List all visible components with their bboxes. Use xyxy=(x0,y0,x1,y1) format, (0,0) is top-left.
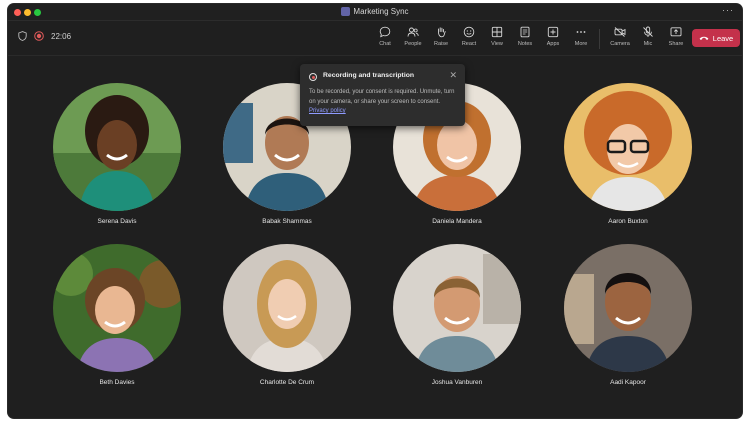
participant-photo xyxy=(53,83,181,211)
raise-label: Raise xyxy=(433,41,449,47)
notes-icon xyxy=(520,26,530,38)
recording-indicator-icon xyxy=(34,31,44,41)
notes-button[interactable]: Notes xyxy=(511,26,539,47)
participant-photo xyxy=(564,83,692,211)
react-label: React xyxy=(461,41,477,47)
people-label: People xyxy=(404,41,422,47)
leave-label: Leave xyxy=(712,33,734,43)
raise-hand-button[interactable]: Raise xyxy=(427,26,455,47)
shield-icon xyxy=(18,31,27,41)
participant-name: Daniela Mandera xyxy=(432,218,482,225)
participant-video xyxy=(564,244,692,372)
leave-button[interactable]: Leave xyxy=(692,29,740,47)
share-screen-icon xyxy=(670,27,682,37)
mic-label: Mic xyxy=(643,41,653,47)
share-button[interactable]: Share xyxy=(662,26,690,47)
participant-name: Joshua Vanburen xyxy=(431,379,483,386)
window-title: Marketing Sync xyxy=(8,7,742,16)
people-icon xyxy=(407,27,419,37)
call-timer: 22:06 xyxy=(51,31,72,41)
participant-photo xyxy=(223,244,351,372)
react-button[interactable]: React xyxy=(455,26,483,47)
mic-button[interactable]: Mic xyxy=(634,26,662,47)
participant-tile[interactable]: Serena Davis xyxy=(52,83,182,225)
participant-tile[interactable]: Charlotte De Crum xyxy=(222,244,352,386)
participant-name: Babak Shammas xyxy=(262,218,312,225)
participant-photo xyxy=(564,244,692,372)
participant-video xyxy=(53,244,181,372)
participant-video xyxy=(564,83,692,211)
meeting-toolbar: 22:06 Chat People Raise React View Notes… xyxy=(8,21,742,56)
share-label: Share xyxy=(668,41,684,47)
camera-button[interactable]: Camera xyxy=(606,26,634,47)
recording-consent-banner: Recording and transcription ✕ To be reco… xyxy=(300,64,465,126)
view-button[interactable]: View xyxy=(483,26,511,47)
participant-name: Charlotte De Crum xyxy=(259,379,315,386)
add-app-icon xyxy=(547,26,559,38)
banner-body: To be recorded, your consent is required… xyxy=(309,89,455,105)
participant-video xyxy=(53,83,181,211)
emoji-icon xyxy=(463,26,475,38)
mic-off-icon xyxy=(643,26,653,37)
participant-name: Aaron Buxton xyxy=(608,218,648,225)
more-label: More xyxy=(574,41,588,47)
hang-up-icon xyxy=(699,36,709,40)
meeting-window: Marketing Sync ··· 22:06 Chat People Rai… xyxy=(8,4,742,418)
participant-tile[interactable]: Aaron Buxton xyxy=(563,83,693,225)
title-bar: Marketing Sync ··· xyxy=(8,4,742,21)
participant-tile[interactable]: Joshua Vanburen xyxy=(392,244,522,386)
window-title-text: Marketing Sync xyxy=(353,7,409,16)
participant-video xyxy=(223,244,351,372)
participant-video xyxy=(393,244,521,372)
camera-off-icon xyxy=(614,27,626,37)
chat-icon xyxy=(379,26,391,38)
apps-label: Apps xyxy=(546,41,560,47)
participant-photo xyxy=(53,244,181,372)
hand-icon xyxy=(438,27,446,38)
close-icon[interactable]: ✕ xyxy=(449,70,457,81)
view-label: View xyxy=(491,41,503,47)
participant-tile[interactable]: Beth Davies xyxy=(52,244,182,386)
participant-tile[interactable]: Aadi Kapoor xyxy=(563,244,693,386)
more-icon xyxy=(576,31,586,33)
notes-label: Notes xyxy=(517,41,533,47)
recording-icon xyxy=(309,73,317,81)
participant-name: Aadi Kapoor xyxy=(610,379,646,386)
grid-view-icon xyxy=(491,26,503,38)
camera-label: Camera xyxy=(610,41,630,47)
banner-title: Recording and transcription xyxy=(323,72,415,79)
privacy-policy-link[interactable]: Privacy policy xyxy=(309,108,346,114)
teams-app-icon xyxy=(341,7,351,16)
toolbar-divider xyxy=(599,29,600,49)
participant-name: Serena Davis xyxy=(97,218,137,225)
banner-message: To be recorded, your consent is required… xyxy=(309,88,459,117)
people-button[interactable]: People xyxy=(399,26,427,47)
participant-photo xyxy=(393,244,521,372)
chat-button[interactable]: Chat xyxy=(371,26,399,47)
participant-name: Beth Davies xyxy=(99,379,135,386)
more-button[interactable]: More xyxy=(567,26,595,47)
apps-button[interactable]: Apps xyxy=(539,26,567,47)
chat-label: Chat xyxy=(379,41,391,47)
window-more-icon[interactable]: ··· xyxy=(722,5,734,15)
